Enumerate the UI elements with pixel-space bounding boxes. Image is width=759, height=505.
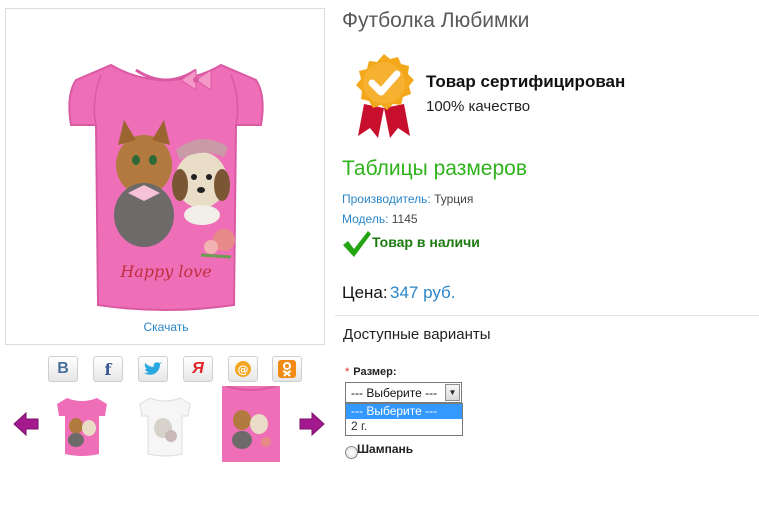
certificate-subtitle: 100% качество	[426, 98, 531, 115]
mail-ru-icon[interactable]: @	[228, 356, 258, 382]
twitter-icon[interactable]	[138, 356, 168, 382]
in-stock-checkmark-icon	[342, 230, 372, 263]
odnoklassniki-icon[interactable]	[272, 356, 302, 382]
size-dropdown-list: --- Выберите --- 2 г.	[345, 403, 463, 436]
required-mark: *	[345, 366, 350, 378]
size-select[interactable]: --- Выберите --- ▼	[345, 382, 462, 403]
model-label[interactable]: Модель:	[342, 212, 388, 226]
facebook-icon[interactable]: f	[93, 356, 123, 382]
vkontakte-icon[interactable]: В	[48, 356, 78, 382]
color-radio-label[interactable]: Шампань	[357, 442, 413, 456]
certificate-badge-icon	[350, 52, 418, 143]
svg-text:@: @	[238, 363, 249, 376]
size-option[interactable]: 2 г.	[346, 419, 462, 434]
download-link[interactable]: Скачать	[6, 320, 326, 334]
thumbnail-white-shirt[interactable]	[136, 388, 194, 460]
manufacturer-label[interactable]: Производитель:	[342, 192, 431, 206]
manufacturer-value: Турция	[434, 192, 474, 206]
chevron-down-icon[interactable]: ▼	[445, 384, 460, 401]
thumbnail-pink-shirt[interactable]	[53, 388, 111, 460]
size-label-text: Размер:	[353, 366, 397, 378]
price-value: 347 руб.	[390, 283, 456, 302]
previous-image-arrow-icon[interactable]	[12, 410, 40, 438]
model-value: 1145	[391, 212, 418, 226]
thumbnail-pink-shirt-large[interactable]	[222, 385, 280, 462]
product-title: Футболка Любимки	[342, 9, 530, 32]
shirt-print-text: Happy love	[119, 262, 211, 281]
size-label: * Размер:	[345, 366, 397, 378]
next-image-arrow-icon[interactable]	[298, 410, 326, 438]
options-title: Доступные варианты	[343, 326, 491, 343]
model-row: Модель: 1145	[342, 212, 418, 226]
moi-krug-icon[interactable]: Я	[183, 356, 213, 382]
manufacturer-row: Производитель: Турция	[342, 192, 473, 206]
product-image-panel: Happy love Скачать	[5, 8, 325, 345]
size-select-value: --- Выберите ---	[351, 386, 438, 400]
size-table-link[interactable]: Таблицы размеров	[342, 157, 527, 181]
stock-status: Товар в наличи	[372, 234, 480, 250]
price-label: Цена:	[342, 283, 388, 302]
size-option[interactable]: --- Выберите ---	[346, 404, 462, 419]
options-divider	[335, 315, 759, 316]
certificate-title: Товар сертифицирован	[426, 72, 626, 91]
product-main-image[interactable]: Happy love	[56, 25, 276, 315]
